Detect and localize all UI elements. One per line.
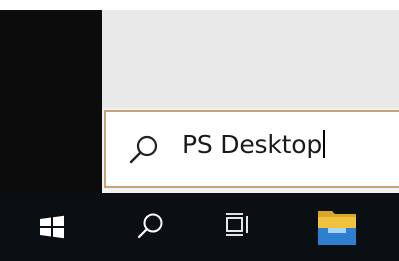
- search-query-text: PS Desktop: [182, 130, 322, 159]
- task-view-button[interactable]: [210, 193, 272, 261]
- search-icon: [129, 135, 158, 164]
- search-icon: [137, 213, 163, 239]
- file-explorer-button[interactable]: [310, 193, 372, 261]
- windows-logo-icon: [40, 215, 64, 239]
- start-button[interactable]: [30, 193, 92, 261]
- folder-icon: [318, 211, 356, 245]
- start-menu-rail: [0, 10, 102, 193]
- task-view-icon: [226, 213, 248, 236]
- text-caret: [323, 130, 325, 158]
- screen: PS Desktop: [0, 0, 399, 261]
- taskbar: [0, 193, 399, 261]
- start-menu-panel: [102, 10, 399, 108]
- taskbar-search-button[interactable]: [120, 193, 182, 261]
- search-query[interactable]: PS Desktop: [182, 130, 325, 159]
